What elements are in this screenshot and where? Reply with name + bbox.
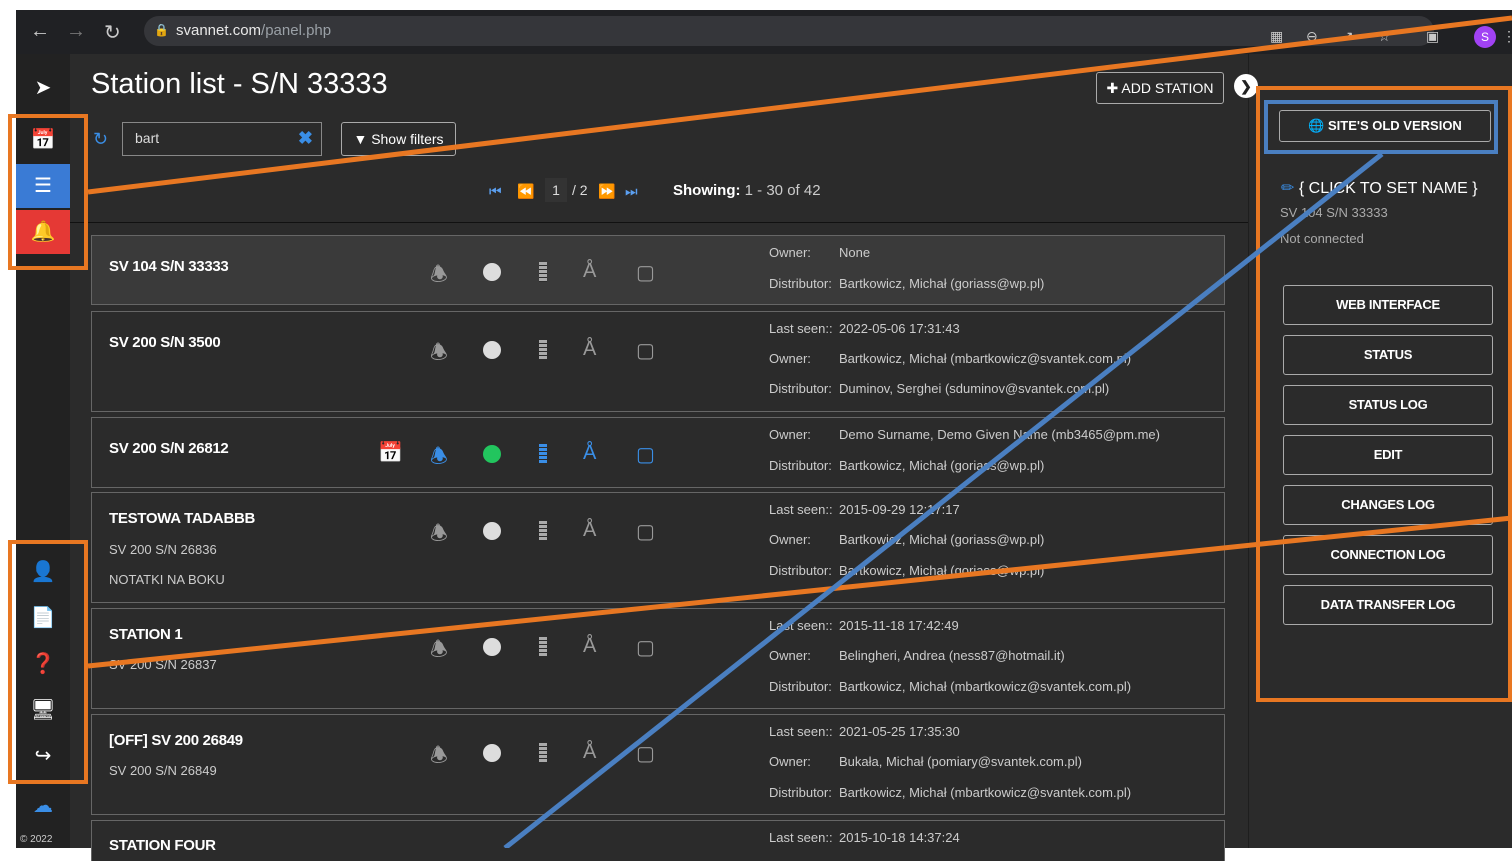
annotation-line bbox=[87, 515, 1512, 669]
annotation-lines bbox=[87, 15, 1512, 848]
annotation-line bbox=[503, 152, 1384, 848]
annotation-line bbox=[87, 15, 1512, 195]
